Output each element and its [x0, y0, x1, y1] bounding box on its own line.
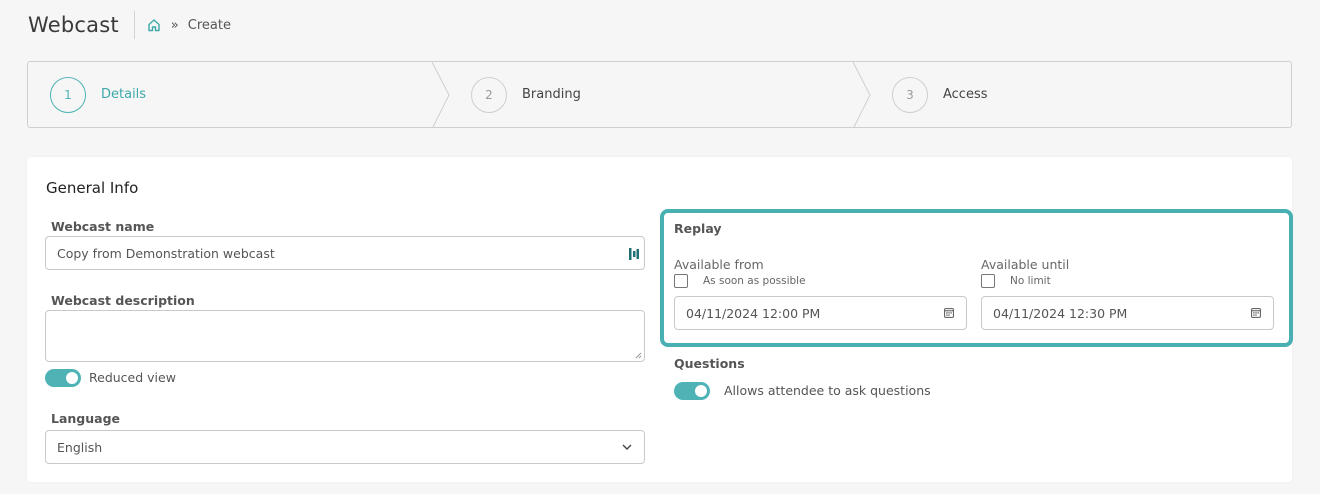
step-label: Details — [101, 87, 147, 102]
webcast-name-label: Webcast name — [51, 219, 155, 234]
page-header: Webcast » Create — [28, 10, 231, 40]
as-soon-as-possible-label: As soon as possible — [703, 275, 806, 287]
available-until-value: 04/11/2024 12:30 PM — [993, 305, 1128, 321]
step-number: 1 — [50, 76, 86, 113]
general-info-card: General Info Webcast name Copy from Demo… — [27, 157, 1293, 482]
home-icon[interactable] — [147, 18, 161, 32]
available-from-label: Available from — [674, 257, 764, 272]
step-chevron-icon — [852, 62, 871, 127]
step-number: 2 — [471, 76, 507, 113]
calendar-icon[interactable] — [1251, 307, 1261, 318]
language-value: English — [57, 439, 103, 455]
step-chevron-icon — [431, 62, 450, 127]
webcast-name-input[interactable]: Copy from Demonstration webcast — [45, 236, 645, 270]
step-label: Branding — [522, 87, 581, 102]
step-number: 3 — [892, 76, 928, 113]
webcast-description-textarea[interactable] — [45, 310, 645, 362]
step-branding[interactable]: 2 Branding — [471, 62, 581, 127]
as-soon-as-possible-checkbox[interactable] — [674, 274, 688, 288]
page-title: Webcast — [28, 13, 119, 37]
resize-handle-icon[interactable] — [635, 352, 642, 359]
no-limit-checkbox[interactable] — [981, 274, 995, 288]
step-label: Access — [943, 87, 988, 102]
chevron-down-icon — [622, 444, 632, 450]
reduced-view-label: Reduced view — [89, 370, 176, 385]
reduced-view-toggle[interactable] — [45, 369, 81, 387]
available-from-input[interactable]: 04/11/2024 12:00 PM — [674, 296, 967, 330]
text-assist-icon[interactable] — [628, 247, 640, 261]
questions-toggle-label: Allows attendee to ask questions — [724, 383, 931, 398]
available-until-input[interactable]: 04/11/2024 12:30 PM — [981, 296, 1274, 330]
replay-section: Replay Available from As soon as possibl… — [660, 209, 1293, 347]
available-from-value: 04/11/2024 12:00 PM — [686, 305, 821, 321]
language-label: Language — [51, 411, 121, 426]
webcast-name-value: Copy from Demonstration webcast — [57, 245, 275, 261]
questions-label: Questions — [674, 356, 745, 371]
header-divider — [133, 11, 135, 39]
breadcrumb-current: Create — [187, 17, 231, 33]
section-title: General Info — [46, 179, 139, 197]
questions-toggle[interactable] — [674, 382, 710, 400]
available-until-label: Available until — [981, 257, 1070, 272]
step-details[interactable]: 1 Details — [50, 62, 146, 127]
webcast-description-label: Webcast description — [51, 293, 195, 308]
replay-label: Replay — [674, 221, 722, 236]
language-select[interactable]: English — [45, 430, 645, 464]
calendar-icon[interactable] — [944, 307, 954, 318]
step-access[interactable]: 3 Access — [892, 62, 988, 127]
breadcrumb-separator-icon: » — [170, 17, 179, 33]
no-limit-label: No limit — [1010, 275, 1051, 287]
wizard-stepper: 1 Details 2 Branding 3 Access — [27, 61, 1292, 128]
